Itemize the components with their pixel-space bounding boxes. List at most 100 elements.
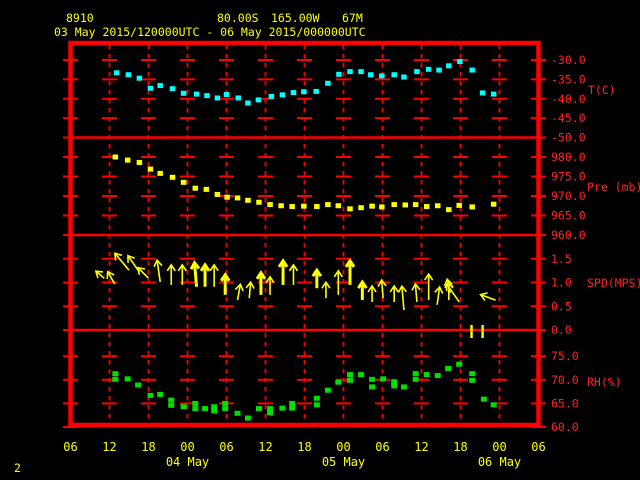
y-tick-label: 980.0	[551, 150, 586, 164]
x-tick-label: 00	[336, 440, 350, 454]
wind-arrow	[367, 284, 377, 302]
wind-arrow	[199, 262, 211, 287]
wind-arrow	[106, 270, 116, 285]
wind-arrow	[357, 279, 368, 301]
y-tick-label: -45.0	[551, 111, 586, 125]
wind-missing-marker	[470, 325, 473, 338]
humidity-point	[147, 392, 154, 398]
humidity-point	[412, 371, 419, 377]
humidity-point	[267, 410, 274, 416]
humidity-point	[135, 382, 142, 388]
humidity-point	[456, 361, 463, 367]
humidity-point	[222, 406, 229, 412]
x-tick-label: 06	[63, 440, 77, 454]
pressure-point	[214, 191, 221, 197]
pressure-point	[391, 202, 397, 208]
humidity-point	[112, 371, 119, 377]
humidity-point	[400, 384, 407, 390]
y-tick-label: 0.5	[551, 299, 572, 313]
y-tick-label: 970.0	[551, 189, 586, 203]
pressure-point	[379, 204, 385, 210]
humidity-point	[358, 372, 365, 378]
humidity-point	[222, 400, 229, 406]
temperature-point	[469, 67, 475, 73]
pressure-point	[446, 207, 452, 213]
temperature-point	[147, 85, 154, 91]
humidity-point	[313, 402, 320, 408]
x-tick-label: 12	[102, 440, 116, 454]
y-tick-label: 975.0	[551, 170, 586, 184]
humidity-point	[369, 376, 376, 382]
humidity-point	[469, 377, 476, 383]
humidity-point	[347, 372, 353, 378]
wind-arrow	[277, 258, 289, 285]
pressure-point	[124, 157, 131, 163]
x-tick-label: 18	[297, 440, 311, 454]
wind-arrow	[209, 263, 219, 287]
y-tick-label: 60.0	[551, 420, 579, 434]
temperature-point	[457, 59, 463, 65]
x-tick-label: 18	[453, 440, 467, 454]
temperature-point	[490, 91, 497, 97]
temperature-point	[223, 91, 230, 97]
meteogram-screen: 8910 80.00S 165.00W 67M 03 May 2015/1200…	[0, 0, 640, 480]
wind-arrow	[255, 270, 267, 295]
temperature-point	[279, 92, 286, 98]
wind-arrow	[288, 263, 299, 285]
x-tick-label: 06	[219, 440, 233, 454]
temperature-point	[379, 73, 385, 79]
pressure-point	[325, 202, 331, 208]
wind-arrow	[219, 272, 231, 295]
wind-arrow	[166, 263, 176, 285]
temperature-point	[204, 93, 210, 99]
wind-arrow	[344, 258, 356, 285]
x-date-label: 06 May	[478, 455, 521, 469]
wind-arrow	[265, 275, 275, 295]
x-tick-label: 06	[375, 440, 389, 454]
temperature-point	[479, 90, 486, 96]
pressure-point	[203, 186, 210, 192]
wind-arrow	[153, 258, 163, 283]
humidity-point	[192, 400, 199, 406]
y-tick-label: 70.0	[551, 373, 579, 387]
wind-arrow	[389, 284, 399, 302]
humidity-point	[335, 379, 342, 385]
pressure-point	[412, 202, 419, 208]
humidity-unit-label: RH(%)	[587, 375, 622, 389]
pressure-point	[256, 199, 262, 205]
humidity-point	[279, 405, 286, 411]
y-tick-label: 965.0	[551, 209, 586, 223]
pressure-point	[435, 203, 441, 209]
humidity-point	[412, 376, 419, 382]
meteogram-plot: -30.0 -35.0 -40.0 -45.0 -50.0 980.0 975.0 970.0…	[63, 40, 586, 469]
humidity-point	[380, 376, 387, 382]
wind-unit-label: SPD(MPS)	[587, 276, 640, 290]
temperature-point	[245, 100, 251, 106]
temperature-point	[425, 66, 432, 72]
humidity-point	[423, 372, 430, 378]
humidity-point	[180, 404, 187, 410]
pressure-point	[245, 197, 251, 203]
pressure-point	[423, 204, 430, 210]
y-tick-label: 0.0	[551, 323, 572, 337]
pressure-point	[180, 179, 187, 185]
humidity-point	[289, 400, 296, 406]
humidity-point	[434, 373, 441, 379]
humidity-point	[490, 402, 497, 408]
temperature-unit-label: T(C)	[588, 83, 616, 97]
temperature-point	[113, 70, 120, 76]
pressure-point	[490, 201, 497, 207]
y-tick-label: 960.0	[551, 228, 586, 242]
wind-arrow	[245, 280, 255, 299]
x-date-label: 05 May	[322, 455, 365, 469]
y-tick-label: 75.0	[551, 349, 579, 363]
humidity-point	[157, 391, 164, 397]
y-tick-label: 1.5	[551, 252, 572, 266]
humidity-point	[469, 371, 476, 377]
pressure-point	[369, 203, 375, 209]
y-tick-label: -30.0	[551, 53, 586, 67]
temperature-point	[336, 71, 342, 77]
temperature-point	[446, 63, 452, 69]
wind-arrow	[127, 254, 141, 273]
humidity-point	[256, 406, 262, 412]
